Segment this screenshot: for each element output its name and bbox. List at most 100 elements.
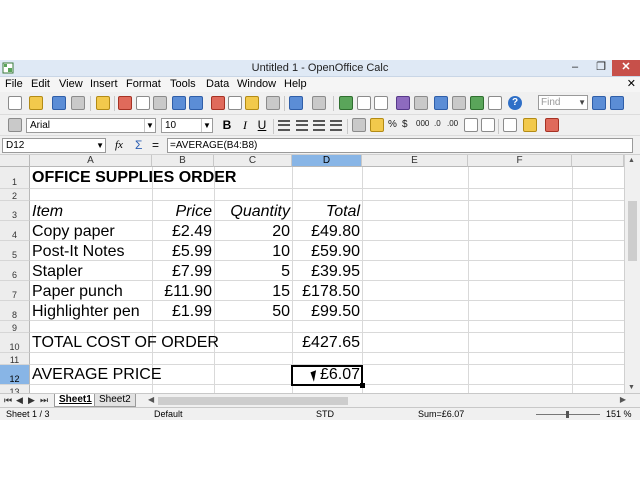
selected-cell-outline[interactable] <box>291 365 365 388</box>
chevron-down-icon[interactable]: ▼ <box>201 119 212 132</box>
row-header-8[interactable]: 8 <box>0 301 30 321</box>
decrease-indent-icon[interactable] <box>464 118 478 132</box>
paste-icon[interactable] <box>245 96 259 110</box>
last-sheet-icon[interactable]: ⏭ <box>40 395 48 406</box>
cell-c4[interactable]: 20 <box>214 222 290 242</box>
menu-window[interactable]: Window <box>237 78 276 90</box>
row-header-4[interactable]: 4 <box>0 221 30 241</box>
select-all-corner[interactable] <box>0 155 30 167</box>
data-sources-icon[interactable] <box>470 96 484 110</box>
menu-insert[interactable]: Insert <box>90 78 118 90</box>
zoom-level[interactable]: 151 % <box>606 409 632 419</box>
cell-b8[interactable]: £1.99 <box>152 302 212 322</box>
scroll-left-icon[interactable]: ◀ <box>148 395 154 404</box>
number-format-button[interactable]: $ <box>402 119 408 130</box>
cell-b4[interactable]: £2.49 <box>152 222 212 242</box>
column-header-f[interactable]: F <box>468 155 572 167</box>
font-size-box[interactable]: 10 ▼ <box>161 118 213 133</box>
navigator-icon[interactable] <box>434 96 448 110</box>
underline-button[interactable]: U <box>255 118 269 133</box>
sort-descending-icon[interactable] <box>374 96 388 110</box>
status-sum[interactable]: Sum=£6.07 <box>418 409 464 419</box>
column-header-a[interactable]: A <box>30 155 152 167</box>
cell-d7[interactable]: £178.50 <box>292 282 360 302</box>
menu-help[interactable]: Help <box>284 78 307 90</box>
sheet-tab-sheet2[interactable]: Sheet2 <box>94 394 136 407</box>
menu-data[interactable]: Data <box>206 78 229 90</box>
minimize-button[interactable]: – <box>562 60 588 76</box>
clone-formatting-icon[interactable] <box>266 96 280 110</box>
cell-c5[interactable]: 10 <box>214 242 290 262</box>
cut-icon[interactable] <box>211 96 225 110</box>
menu-view[interactable]: View <box>59 78 83 90</box>
italic-button[interactable]: I <box>238 118 252 133</box>
help-icon[interactable]: ? <box>508 96 522 110</box>
align-right-icon[interactable] <box>313 120 325 131</box>
redo-icon[interactable] <box>312 96 326 110</box>
cell-b7[interactable]: £11.90 <box>152 282 212 302</box>
previous-sheet-icon[interactable]: ◀ <box>16 395 23 406</box>
merge-cells-icon[interactable] <box>352 118 366 132</box>
zoom-slider[interactable] <box>536 411 600 418</box>
font-name-box[interactable]: Arial ▼ <box>26 118 156 133</box>
zoom-slider-knob[interactable] <box>566 411 569 418</box>
chart-icon[interactable] <box>396 96 410 110</box>
cell-d8[interactable]: £99.50 <box>292 302 360 322</box>
email-icon[interactable] <box>71 96 85 110</box>
draw-functions-icon[interactable] <box>414 96 428 110</box>
scroll-up-icon[interactable]: ▲ <box>628 157 635 164</box>
page-style[interactable]: Default <box>154 409 183 419</box>
chevron-down-icon[interactable]: ▼ <box>144 119 155 132</box>
find-next-icon[interactable] <box>592 96 606 110</box>
font-color-icon[interactable] <box>545 118 559 132</box>
thousands-format-button[interactable]: 000 <box>416 119 429 128</box>
new-document-icon[interactable] <box>8 96 22 110</box>
close-button[interactable]: ✕ <box>612 60 640 76</box>
justify-icon[interactable] <box>330 120 342 131</box>
cell-c3-header[interactable]: Quantity <box>214 202 290 222</box>
export-pdf-icon[interactable] <box>118 96 132 110</box>
menu-edit[interactable]: Edit <box>31 78 50 90</box>
open-folder-icon[interactable] <box>29 96 43 110</box>
row-header-1[interactable]: 1 <box>0 167 30 189</box>
function-icon[interactable]: = <box>152 138 159 152</box>
first-sheet-icon[interactable]: ⏮ <box>4 395 12 406</box>
cell-a12[interactable]: AVERAGE PRICE <box>32 365 162 385</box>
cell-b5[interactable]: £5.99 <box>152 242 212 262</box>
sheet-tab-sheet1[interactable]: Sheet1 <box>54 394 97 407</box>
row-header-6[interactable]: 6 <box>0 261 30 281</box>
page-preview-icon[interactable] <box>153 96 167 110</box>
cell-a10[interactable]: TOTAL COST OF ORDER <box>32 333 219 353</box>
close-document-icon[interactable]: ✕ <box>627 77 636 90</box>
row-header-9[interactable]: 9 <box>0 321 30 333</box>
cell-d3-header[interactable]: Total <box>292 202 360 222</box>
sort-ascending-icon[interactable] <box>357 96 371 110</box>
scroll-right-icon[interactable]: ▶ <box>620 395 626 404</box>
vertical-scroll-thumb[interactable] <box>628 201 637 261</box>
menu-file[interactable]: File <box>5 78 23 90</box>
cell-c8[interactable]: 50 <box>214 302 290 322</box>
cell-a7[interactable]: Paper punch <box>32 282 123 302</box>
column-header-e[interactable]: E <box>362 155 468 167</box>
chevron-down-icon[interactable]: ▼ <box>578 96 586 109</box>
horizontal-scroll-thumb[interactable] <box>158 397 348 405</box>
background-color-icon[interactable] <box>523 118 537 132</box>
cell-d10[interactable]: £427.65 <box>292 333 360 353</box>
undo-icon[interactable] <box>289 96 303 110</box>
maximize-button[interactable]: ❐ <box>588 60 614 76</box>
vertical-scrollbar[interactable]: ▲ ▼ <box>624 155 640 393</box>
row-header-13[interactable]: 13 <box>0 385 30 393</box>
cell-d4[interactable]: £49.80 <box>292 222 360 242</box>
column-header-d[interactable]: D <box>292 155 362 167</box>
cell-d5[interactable]: £59.90 <box>292 242 360 262</box>
scroll-down-icon[interactable]: ▼ <box>628 384 635 391</box>
delete-decimal-button[interactable]: .00 <box>447 119 458 128</box>
next-sheet-icon[interactable]: ▶ <box>28 395 35 406</box>
sum-icon[interactable]: Σ <box>135 138 142 152</box>
row-header-5[interactable]: 5 <box>0 241 30 261</box>
bold-button[interactable]: B <box>220 118 234 133</box>
column-header-b[interactable]: B <box>152 155 214 167</box>
formula-input[interactable]: =AVERAGE(B4:B8) <box>167 138 633 153</box>
align-left-icon[interactable] <box>278 120 290 131</box>
row-header-7[interactable]: 7 <box>0 281 30 301</box>
